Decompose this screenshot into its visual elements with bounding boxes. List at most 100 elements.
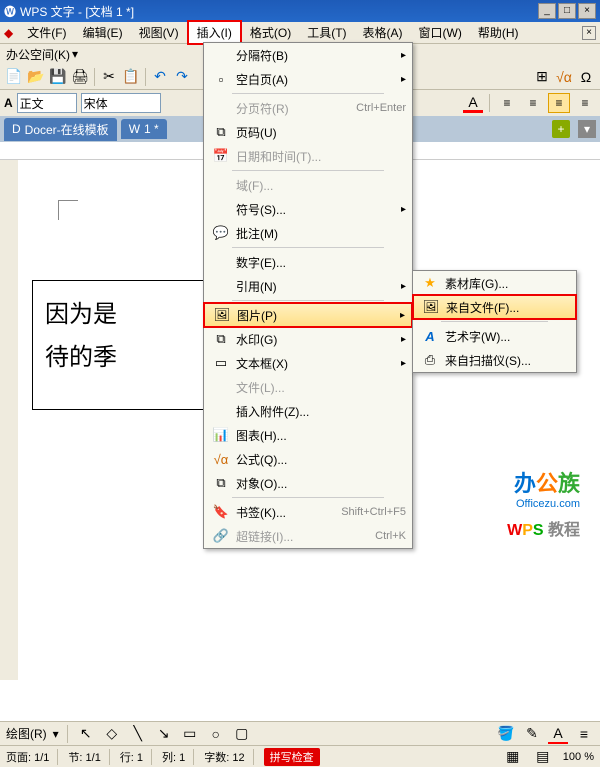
font-color-icon[interactable]: A [463, 93, 483, 113]
align-center-icon[interactable]: ≡ [522, 93, 544, 113]
star-icon: ★ [419, 275, 441, 291]
zoom-level[interactable]: 100 % [563, 751, 594, 763]
menu-item-chart[interactable]: 📊图表(H)... [204, 423, 412, 447]
align-left-icon[interactable]: ≡ [496, 93, 518, 113]
draw-label[interactable]: 绘图(R) [6, 725, 47, 742]
view-mode-icon[interactable]: ▤ [533, 747, 553, 767]
submenu-from-scanner[interactable]: ⎙来自扫描仪(S)... [413, 348, 576, 372]
menu-help[interactable]: 帮助(H) [470, 22, 527, 43]
calendar-icon: 📅 [210, 148, 232, 164]
menu-item-picture[interactable]: 🖼图片(P)▸ [203, 302, 413, 328]
font-combo[interactable] [81, 93, 161, 113]
menu-format[interactable]: 格式(O) [242, 22, 299, 43]
arrow-icon: ▸ [401, 281, 406, 292]
watermark-wps: WPS 教程 [507, 516, 580, 540]
text-line-1: 因为是 [45, 293, 194, 336]
cut-icon[interactable]: ✂ [99, 67, 119, 87]
table-icon[interactable]: ⊞ [532, 67, 552, 87]
open-icon[interactable]: 📂 [26, 67, 46, 87]
minimize-button[interactable]: _ [538, 3, 556, 19]
status-bar: 页面: 1/1 节: 1/1 行: 1 列: 1 字数: 12 拼写检查 ▦ ▤… [0, 745, 600, 767]
page-icon: ▫ [210, 72, 232, 87]
align-justify-icon[interactable]: ≡ [574, 93, 596, 113]
spellcheck-button[interactable]: 拼写检查 [264, 748, 320, 766]
dropdown-arrow-icon[interactable]: ▾ [53, 727, 59, 741]
textbox-icon[interactable]: ▢ [232, 724, 252, 744]
menu-item-bookmark[interactable]: 🔖书签(K)...Shift+Ctrl+F5 [204, 500, 412, 524]
status-area: 绘图(R) ▾ ↖ ◇ ╲ ↘ ▭ ○ ▢ 🪣 ✎ A ≡ 页面: 1/1 节:… [0, 721, 600, 767]
close-button[interactable]: × [578, 3, 596, 19]
text-content[interactable]: 因为是 待的季 [33, 281, 206, 391]
undo-icon[interactable]: ↶ [150, 67, 170, 87]
menu-item-reference[interactable]: 引用(N)▸ [204, 274, 412, 298]
shapes-icon[interactable]: ◇ [102, 724, 122, 744]
menu-tools[interactable]: 工具(T) [299, 22, 354, 43]
formula-icon[interactable]: √α [554, 67, 574, 87]
copy-icon[interactable]: 📋 [121, 67, 141, 87]
tab-docer[interactable]: D Docer-在线模板 [4, 118, 117, 141]
text-box[interactable]: 因为是 待的季 [32, 280, 207, 410]
menu-item-object[interactable]: ⧉对象(O)... [204, 471, 412, 495]
tab-doc1[interactable]: W 1 * [121, 119, 167, 139]
fill-color-icon[interactable]: 🪣 [496, 724, 516, 744]
picture-icon: 🖼 [420, 299, 442, 315]
arrow-icon: ▸ [401, 358, 406, 369]
line-color-icon[interactable]: ✎ [522, 724, 542, 744]
arrow-icon[interactable]: ↘ [154, 724, 174, 744]
menu-item-comment[interactable]: 💬批注(M) [204, 221, 412, 245]
menu-item-formula[interactable]: √α公式(Q)... [204, 447, 412, 471]
menu-window[interactable]: 窗口(W) [411, 22, 470, 43]
doc-close-button[interactable]: × [582, 26, 596, 40]
menu-table[interactable]: 表格(A) [355, 22, 411, 43]
line-icon[interactable]: ╲ [128, 724, 148, 744]
menu-edit[interactable]: 编辑(E) [75, 22, 131, 43]
style-combo[interactable] [17, 93, 77, 113]
menu-view[interactable]: 视图(V) [131, 22, 187, 43]
maximize-button[interactable]: □ [558, 3, 576, 19]
arrow-icon: ▸ [400, 310, 405, 321]
style-indicator-icon: A [4, 96, 13, 110]
select-icon[interactable]: ↖ [76, 724, 96, 744]
window-controls: _ □ × [538, 3, 596, 19]
redo-icon[interactable]: ↷ [172, 67, 192, 87]
arrow-icon: ▸ [401, 50, 406, 61]
watermark-icon: ⧉ [210, 331, 232, 347]
object-icon: ⧉ [210, 475, 232, 491]
menu-file[interactable]: 文件(F) [19, 22, 74, 43]
menu-separator [232, 170, 384, 171]
new-icon[interactable]: 📄 [4, 67, 24, 87]
menu-item-blank-page[interactable]: ▫空白页(A)▸ [204, 67, 412, 91]
oval-icon[interactable]: ○ [206, 724, 226, 744]
app-menu-icon[interactable]: ◆ [4, 26, 13, 40]
symbol-icon[interactable]: Ω [576, 67, 596, 87]
tab-label: Docer-在线模板 [25, 121, 109, 138]
page-number-icon: ⧉ [210, 124, 232, 140]
separator [67, 725, 68, 743]
menu-item-watermark[interactable]: ⧉水印(G)▸ [204, 327, 412, 351]
menu-item-separator[interactable]: 分隔符(B)▸ [204, 43, 412, 67]
submenu-from-file[interactable]: 🖼来自文件(F)... [412, 294, 577, 320]
doc-icon: W [129, 122, 140, 136]
submenu-gallery[interactable]: ★素材库(G)... [413, 271, 576, 295]
hyperlink-icon: 🔗 [210, 528, 232, 544]
menu-separator [232, 497, 384, 498]
page-corner [58, 200, 78, 220]
add-tab-button[interactable]: + [552, 120, 570, 138]
workspace-label[interactable]: 办公空间(K) [6, 46, 70, 63]
view-mode-icon[interactable]: ▦ [503, 747, 523, 767]
menu-item-textbox[interactable]: ▭文本框(X)▸ [204, 351, 412, 375]
font-color-draw-icon[interactable]: A [548, 724, 568, 744]
tab-menu-button[interactable]: ▾ [578, 120, 596, 138]
save-icon[interactable]: 💾 [48, 67, 68, 87]
line-style-icon[interactable]: ≡ [574, 724, 594, 744]
menu-item-symbol[interactable]: 符号(S)...▸ [204, 197, 412, 221]
submenu-wordart[interactable]: A艺术字(W)... [413, 324, 576, 348]
menu-item-page-number[interactable]: ⧉页码(U) [204, 120, 412, 144]
print-icon[interactable]: 🖨 [70, 67, 90, 87]
rect-icon[interactable]: ▭ [180, 724, 200, 744]
dropdown-arrow-icon[interactable]: ▾ [72, 47, 78, 61]
menu-bar: ◆ 文件(F) 编辑(E) 视图(V) 插入(I) 格式(O) 工具(T) 表格… [0, 22, 600, 44]
menu-item-number[interactable]: 数字(E)... [204, 250, 412, 274]
align-right-icon[interactable]: ≡ [548, 93, 570, 113]
menu-item-attachment[interactable]: 插入附件(Z)... [204, 399, 412, 423]
